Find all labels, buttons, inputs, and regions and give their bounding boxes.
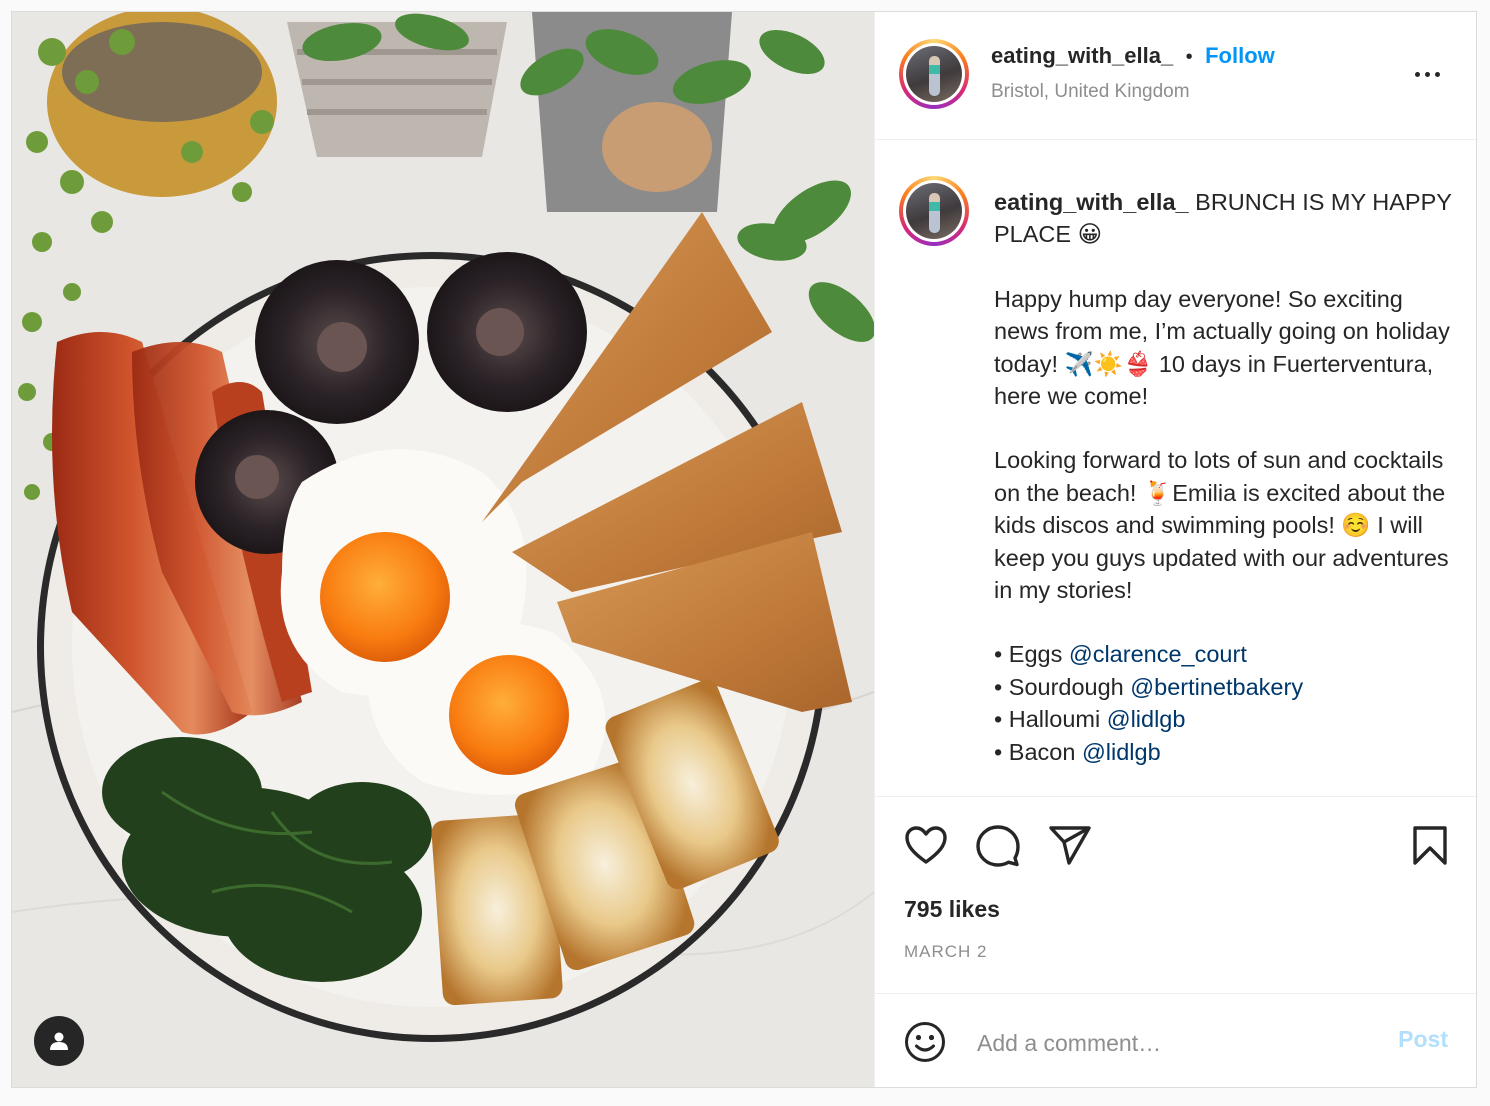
instagram-post: eating_with_ella_ • Follow Bristol, Unit… [11, 11, 1477, 1088]
smiley-emoji-icon[interactable] [904, 1021, 946, 1063]
paper-plane-icon[interactable] [1049, 826, 1091, 866]
post-date[interactable]: MARCH 2 [904, 942, 988, 962]
comment-input[interactable] [975, 1024, 1359, 1062]
action-bar [875, 797, 1476, 892]
mention-link[interactable]: @bertinetbakery [1130, 674, 1303, 700]
caption-scroll-area[interactable]: eating_with_ella_ BRUNCH IS MY HAPPY PLA… [875, 140, 1476, 797]
caption-paragraph-1: Happy hump day everyone! So exciting new… [994, 285, 1450, 410]
user-tag-icon [50, 1032, 68, 1050]
caption-username[interactable]: eating_with_ella_ [994, 189, 1189, 215]
credit-item: Bacon [1008, 738, 1082, 765]
credit-line: • Eggs @clarence_court [994, 638, 1454, 670]
header-title-row: eating_with_ella_ • Follow [991, 43, 1275, 69]
credit-item: Eggs [1008, 641, 1069, 668]
post-header: eating_with_ella_ • Follow Bristol, Unit… [875, 12, 1476, 140]
caption-avatar[interactable] [899, 176, 969, 246]
mention-link[interactable]: @clarence_court [1069, 641, 1247, 667]
caption-paragraph-2: Looking forward to lots of sun and cockt… [994, 447, 1449, 604]
comment-bubble-icon[interactable] [976, 825, 1020, 867]
bullet: • [994, 641, 1009, 668]
avatar[interactable] [899, 39, 969, 109]
mention-link[interactable]: @lidlgb [1107, 706, 1186, 732]
caption: eating_with_ella_ BRUNCH IS MY HAPPY PLA… [994, 186, 1454, 768]
comment-bar: Post [875, 993, 1476, 1087]
post-image[interactable] [12, 12, 874, 1087]
caption-headline: eating_with_ella_ BRUNCH IS MY HAPPY PLA… [994, 186, 1454, 251]
heart-icon[interactable] [904, 825, 948, 865]
credit-line: • Halloumi @lidlgb [994, 703, 1454, 735]
location-link[interactable]: Bristol, United Kingdom [991, 81, 1190, 103]
bullet: • [994, 738, 1009, 765]
post-sidebar: eating_with_ella_ • Follow Bristol, Unit… [874, 12, 1476, 1087]
breakfast-photo [12, 12, 874, 1087]
credit-line: • Bacon @lidlgb [994, 736, 1454, 768]
user-tag-button[interactable] [34, 1016, 84, 1066]
credit-item: Sourdough [1008, 673, 1131, 700]
credit-line: • Sourdough @bertinetbakery [994, 671, 1454, 703]
bookmark-icon[interactable] [1412, 826, 1448, 866]
mention-link[interactable]: @lidlgb [1082, 739, 1161, 765]
likes-count[interactable]: 795 likes [904, 896, 1000, 923]
more-options-icon[interactable] [1412, 64, 1442, 84]
follow-button[interactable]: Follow [1205, 43, 1275, 68]
bullet: • [994, 673, 1009, 700]
header-username[interactable]: eating_with_ella_ [991, 43, 1173, 68]
bullet: • [994, 706, 1009, 733]
separator-dot: • [1185, 46, 1193, 68]
post-comment-button[interactable]: Post [1398, 1026, 1448, 1053]
credit-item: Halloumi [1008, 706, 1107, 733]
